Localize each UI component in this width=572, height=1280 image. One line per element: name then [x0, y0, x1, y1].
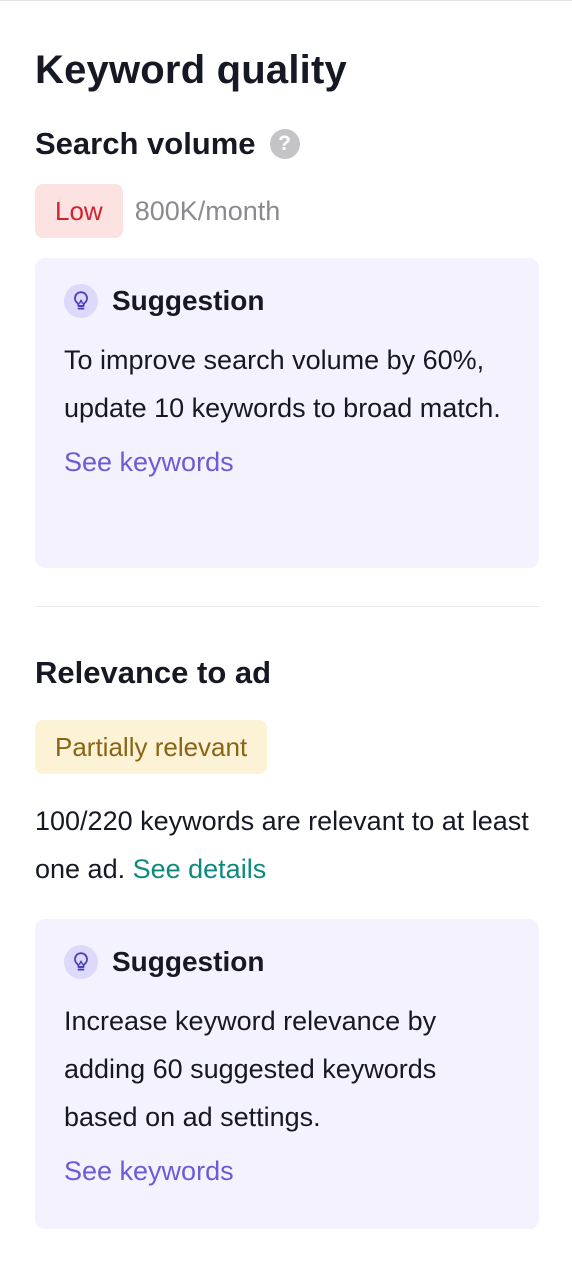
relevance-status: Partially relevant — [35, 720, 539, 774]
suggestion-text: To improve search volume by 60%, update … — [64, 345, 501, 423]
search-volume-heading: Search volume ? — [35, 124, 539, 164]
suggestion-card-relevance: Suggestion Increase keyword relevance by… — [35, 919, 539, 1229]
see-details-link[interactable]: See details — [133, 854, 267, 884]
suggestion-header: Suggestion — [64, 284, 509, 318]
suggestion-card-search-volume: Suggestion To improve search volume by 6… — [35, 258, 539, 568]
lightbulb-icon — [64, 284, 98, 318]
relevance-summary-text: 100/220 keywords are relevant to at leas… — [35, 806, 529, 884]
search-volume-status: Low 800K/month — [35, 184, 539, 238]
help-icon[interactable]: ? — [269, 129, 300, 159]
relevance-summary: 100/220 keywords are relevant to at leas… — [35, 797, 539, 893]
relevance-heading: Relevance to ad — [35, 653, 539, 693]
suggestion-header: Suggestion — [64, 945, 509, 979]
search-volume-heading-label: Search volume — [35, 126, 256, 161]
suggestion-text: Increase keyword relevance by adding 60 … — [64, 1006, 437, 1132]
panel-title: Keyword quality — [35, 48, 347, 92]
suggestion-title: Suggestion — [112, 946, 265, 977]
relevance-heading-label: Relevance to ad — [35, 655, 272, 690]
see-keywords-link[interactable]: See keywords — [64, 442, 234, 482]
see-keywords-link[interactable]: See keywords — [64, 1151, 234, 1191]
section-divider — [35, 606, 539, 607]
status-badge-low: Low — [35, 184, 123, 238]
keyword-quality-panel: Keyword quality Search volume ? Low 800K… — [0, 0, 572, 1280]
status-badge-partial: Partially relevant — [35, 720, 268, 774]
search-volume-value: 800K/month — [134, 195, 281, 226]
lightbulb-icon — [64, 945, 98, 979]
suggestion-title: Suggestion — [112, 285, 265, 316]
